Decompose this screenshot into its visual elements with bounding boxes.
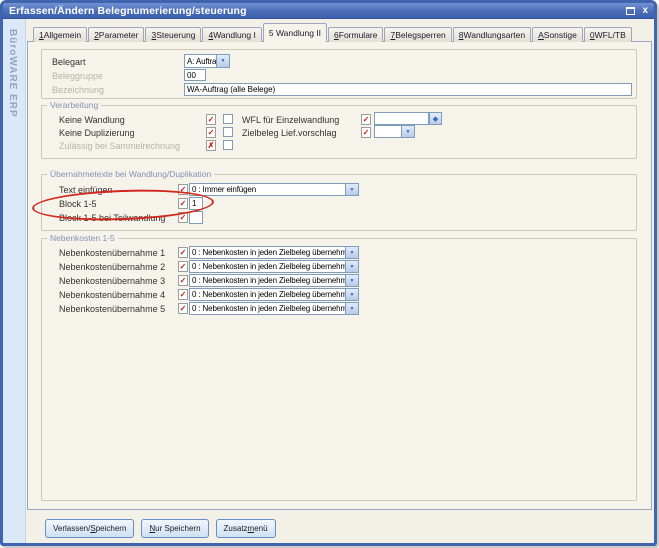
checked-flag-icon[interactable]: ✓	[178, 303, 188, 314]
zielbeleg-liefvorschlag-label: Zielbeleg Lief.vorschlag	[242, 128, 337, 138]
group-title: Übernahmetexte bei Wandlung/Duplikation	[47, 170, 214, 179]
tab-wfl-tb[interactable]: 0 WFL/TB	[584, 27, 632, 42]
belegart-label: Belegart	[52, 57, 86, 67]
keine-duplizierung-label: Keine Duplizierung	[59, 128, 135, 138]
nebenkosten-4-label: Nebenkostenübernahme 4	[59, 290, 165, 300]
dropdown-arrow-icon[interactable]: ▼	[345, 303, 358, 314]
nur-speichern-button[interactable]: Nur Speichern	[141, 519, 208, 538]
zielbeleg-liefvorschlag-select[interactable]: ▼	[374, 125, 415, 138]
checked-flag-icon[interactable]: ✓	[178, 247, 188, 258]
dropdown-arrow-icon[interactable]: ▼	[345, 247, 358, 258]
group-title: Nebenkosten 1-5	[47, 234, 118, 243]
zusatzmenue-button[interactable]: Zusatzmenü	[216, 519, 276, 538]
block-1-5-teilwandlung-field[interactable]	[189, 211, 203, 224]
beleggruppe-field[interactable]: 00	[184, 69, 206, 81]
tab-parameter[interactable]: 2 Parameter	[88, 27, 144, 42]
text-einfuegen-select[interactable]: 0 : Immer einfügen▼	[189, 183, 359, 196]
tab-sonstige[interactable]: A Sonstige	[532, 27, 583, 42]
group-title: Verarbeitung	[47, 101, 101, 110]
checked-flag-icon[interactable]: ✓	[361, 127, 371, 138]
group-verarbeitung: Verarbeitung Keine Wandlung ✓ Keine Dupl…	[41, 105, 637, 159]
spinner-lookup-icon[interactable]: ◆	[429, 112, 442, 125]
titlebar: Erfassen/Ändern Belegnumerierung/steueru…	[3, 3, 654, 19]
restore-icon[interactable]	[626, 7, 635, 15]
group-nebenkosten: Nebenkosten 1-5 Nebenkostenübernahme 1 ✓…	[41, 238, 637, 501]
brand-strip: BüroWARE ERP	[3, 19, 26, 543]
nebenkosten-3-select[interactable]: 0 : Nebenkosten in jeden Zielbeleg übern…	[189, 274, 359, 287]
close-icon[interactable]: x	[642, 6, 648, 15]
nebenkosten-1-select[interactable]: 0 : Nebenkosten in jeden Zielbeleg übern…	[189, 246, 359, 259]
group-beleg: Belegart A: Auftrag▼ Beleggruppe 00 Beze…	[41, 49, 637, 99]
tab-belegsperren[interactable]: 7 Belegsperren	[384, 27, 451, 42]
checked-flag-icon[interactable]: ✓	[206, 114, 216, 125]
checked-flag-icon[interactable]: ✓	[178, 261, 188, 272]
text-einfuegen-label: Text einfügen	[59, 185, 113, 195]
tabbar: 1 Allgemein 2 Parameter 3 Steuerung 4 Wa…	[33, 23, 633, 42]
checked-flag-icon[interactable]: ✓	[206, 127, 216, 138]
block-1-5-label: Block 1-5	[59, 199, 97, 209]
nebenkosten-4-select[interactable]: 0 : Nebenkosten in jeden Zielbeleg übern…	[189, 288, 359, 301]
checked-flag-icon[interactable]: ✓	[361, 114, 371, 125]
dropdown-arrow-icon[interactable]: ▼	[401, 126, 414, 137]
footer-buttons: Verlassen/Speichern Nur Speichern Zusatz…	[45, 519, 283, 538]
tab-wandlungsarten[interactable]: 8 Wandlungsarten	[453, 27, 531, 42]
nebenkosten-1-label: Nebenkostenübernahme 1	[59, 248, 165, 258]
nebenkosten-5-label: Nebenkostenübernahme 5	[59, 304, 165, 314]
checked-flag-icon[interactable]: ✓	[178, 184, 188, 195]
tab-steuerung[interactable]: 3 Steuerung	[145, 27, 201, 42]
nebenkosten-2-label: Nebenkostenübernahme 2	[59, 262, 165, 272]
beleggruppe-label: Beleggruppe	[52, 71, 103, 81]
crossed-flag-icon[interactable]: ✗	[206, 140, 216, 151]
keine-wandlung-checkbox[interactable]	[223, 114, 233, 124]
wfl-einzelwandlung-label: WFL für Einzelwandlung	[242, 115, 339, 125]
tab-wandlung-2[interactable]: 5 Wandlung II	[263, 23, 327, 42]
dropdown-arrow-icon[interactable]: ▼	[345, 289, 358, 300]
nebenkosten-3-label: Nebenkostenübernahme 3	[59, 276, 165, 286]
keine-duplizierung-checkbox[interactable]	[223, 127, 233, 137]
belegart-select[interactable]: A: Auftrag▼	[184, 54, 230, 68]
bezeichnung-field[interactable]: WA-Auftrag (alle Belege)	[184, 83, 632, 96]
dialog-window: Erfassen/Ändern Belegnumerierung/steueru…	[0, 0, 657, 546]
group-uebernahmetexte: Übernahmetexte bei Wandlung/Duplikation …	[41, 174, 637, 231]
block-1-5-teilwandlung-label: Block 1-5 bei Teilwandlung	[59, 213, 165, 223]
tab-wandlung-1[interactable]: 4 Wandlung I	[202, 27, 261, 42]
nebenkosten-5-select[interactable]: 0 : Nebenkosten in jeden Zielbeleg übern…	[189, 302, 359, 315]
sammelrechnung-checkbox[interactable]	[223, 140, 233, 150]
block-1-5-field[interactable]: 1	[189, 197, 203, 210]
verlassen-speichern-button[interactable]: Verlassen/Speichern	[45, 519, 134, 538]
nebenkosten-2-select[interactable]: 0 : Nebenkosten in jeden Zielbeleg übern…	[189, 260, 359, 273]
titlebar-buttons: x	[626, 6, 648, 15]
dropdown-arrow-icon[interactable]: ▼	[345, 261, 358, 272]
dropdown-arrow-icon[interactable]: ▼	[345, 184, 358, 195]
dropdown-arrow-icon[interactable]: ▼	[345, 275, 358, 286]
checked-flag-icon[interactable]: ✓	[178, 289, 188, 300]
bezeichnung-label: Bezeichnung	[52, 85, 104, 95]
window-title: Erfassen/Ändern Belegnumerierung/steueru…	[9, 5, 626, 17]
tab-allgemein[interactable]: 1 Allgemein	[33, 27, 87, 42]
keine-wandlung-label: Keine Wandlung	[59, 115, 125, 125]
tab-formulare[interactable]: 6 Formulare	[328, 27, 383, 42]
brand-text: BüroWARE ERP	[7, 29, 18, 118]
sammelrechnung-label: Zulässig bei Sammelrechnung	[59, 141, 180, 151]
checked-flag-icon[interactable]: ✓	[178, 212, 188, 223]
tab-page: Belegart A: Auftrag▼ Beleggruppe 00 Beze…	[27, 41, 652, 510]
wfl-einzelwandlung-field[interactable]	[374, 112, 429, 125]
checked-flag-icon[interactable]: ✓	[178, 198, 188, 209]
checked-flag-icon[interactable]: ✓	[178, 275, 188, 286]
dropdown-arrow-icon[interactable]: ▼	[216, 55, 229, 67]
